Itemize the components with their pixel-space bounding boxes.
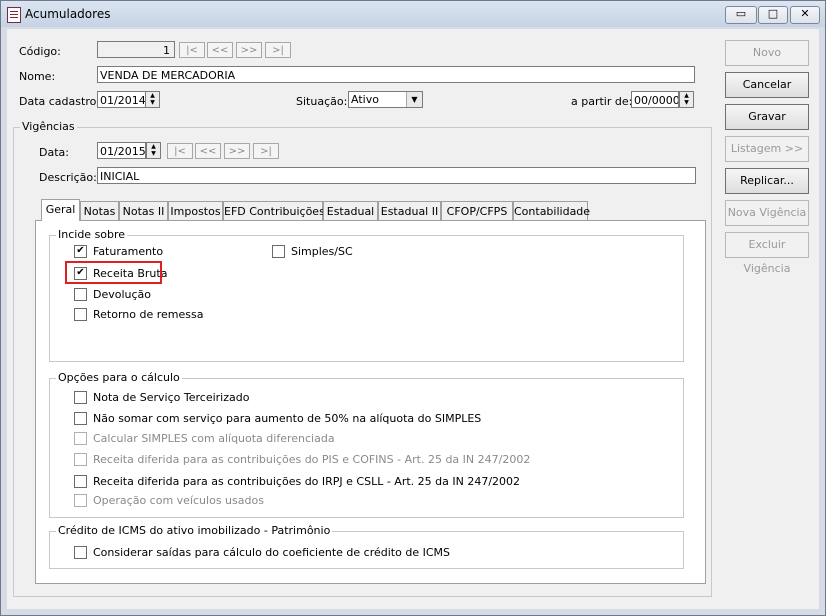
a-partir-spinner[interactable]: ▲ ▼: [679, 91, 694, 108]
tab-geral[interactable]: Geral: [41, 199, 80, 221]
checkbox-box: [74, 453, 87, 466]
situacao-select[interactable]: Ativo ▼: [348, 91, 423, 108]
data-field[interactable]: 01/2015: [97, 142, 146, 159]
tab-strip: Geral Notas Notas II Impostos EFD Contri…: [41, 199, 601, 221]
situacao-value: Ativo: [351, 93, 379, 106]
situacao-label: Situação:: [296, 95, 348, 108]
a-partir-label: a partir de:: [571, 95, 633, 108]
checkbox-box: [74, 308, 87, 321]
last-record-button[interactable]: >|: [265, 42, 291, 58]
minimize-button[interactable]: ▭: [725, 6, 757, 24]
checkbox-box: [74, 288, 87, 301]
checkbox-box: [74, 475, 87, 488]
data-label: Data:: [39, 146, 69, 159]
tab-impostos[interactable]: Impostos: [168, 201, 223, 220]
title-bar: Acumuladores ▭ □ ✕: [1, 1, 825, 27]
window-title: Acumuladores: [25, 7, 111, 21]
checkbox-box: [74, 412, 87, 425]
listagem-button[interactable]: Listagem >>: [725, 136, 809, 162]
next-record-button[interactable]: >>: [236, 42, 262, 58]
codigo-label: Código:: [19, 45, 61, 58]
geral-panel: Incide sobre ✔ Faturamento ✔ Receita Bru…: [35, 220, 706, 584]
accumulators-window: Acumuladores ▭ □ ✕ Código: 1 |< << >> >|…: [0, 0, 826, 616]
vigencias-title: Vigências: [20, 120, 77, 133]
data-cadastro-label: Data cadastro:: [19, 95, 101, 108]
incide-sobre-group: Incide sobre ✔ Faturamento ✔ Receita Bru…: [49, 228, 684, 362]
checkbox-box: [74, 494, 87, 507]
checkbox-box: [74, 432, 87, 445]
prev-vigencia-button[interactable]: <<: [195, 143, 221, 159]
checkbox-box: ✔: [74, 245, 87, 258]
checkbox-box: [74, 546, 87, 559]
descricao-field[interactable]: INICIAL: [97, 167, 696, 184]
gravar-button[interactable]: Gravar: [725, 104, 809, 130]
incide-sobre-title: Incide sobre: [56, 228, 128, 241]
a-partir-field[interactable]: 00/0000: [631, 91, 679, 108]
form-area: Código: 1 |< << >> >| Nome: VENDA DE MER…: [7, 29, 819, 609]
tab-contabilidade[interactable]: Contabilidade: [513, 201, 590, 220]
tab-cfop-cfps[interactable]: CFOP/CFPS: [441, 201, 513, 220]
vigencias-group: Vigências Data: 01/2015 ▲ ▼ |< << >> >| D…: [13, 120, 712, 597]
tab-estadual[interactable]: Estadual: [323, 201, 378, 220]
first-vigencia-button[interactable]: |<: [167, 143, 193, 159]
tab-notas[interactable]: Notas: [80, 201, 119, 220]
codigo-field[interactable]: 1: [97, 41, 175, 58]
checkbox-box: [272, 245, 285, 258]
opcoes-calculo-title: Opções para o cálculo: [56, 371, 182, 384]
nova-vigencia-button[interactable]: Nova Vigência: [725, 200, 809, 226]
close-button[interactable]: ✕: [790, 6, 820, 24]
data-spinner[interactable]: ▲ ▼: [146, 142, 161, 159]
data-cadastro-field[interactable]: 01/2014: [97, 91, 146, 108]
last-vigencia-button[interactable]: >|: [253, 143, 279, 159]
credito-icms-group: Crédito de ICMS do ativo imobilizado - P…: [49, 524, 684, 569]
nome-field[interactable]: VENDA DE MERCADORIA: [97, 66, 695, 83]
excluir-vigencia-button[interactable]: Excluir Vigência: [725, 232, 809, 275]
tab-notas-ii[interactable]: Notas II: [119, 201, 168, 220]
opcoes-calculo-group: Opções para o cálculo Nota de Serviço Te…: [49, 371, 684, 518]
highlight-box: [65, 261, 162, 284]
first-record-button[interactable]: |<: [179, 42, 205, 58]
tab-estadual-ii[interactable]: Estadual II: [378, 201, 441, 220]
prev-record-button[interactable]: <<: [207, 42, 233, 58]
app-icon: [7, 7, 21, 23]
novo-button[interactable]: Novo: [725, 40, 809, 66]
chevron-down-icon: ▼: [406, 92, 422, 107]
replicar-button[interactable]: Replicar...: [725, 168, 809, 194]
maximize-button[interactable]: □: [758, 6, 788, 24]
credito-icms-title: Crédito de ICMS do ativo imobilizado - P…: [56, 524, 333, 537]
nome-label: Nome:: [19, 70, 56, 83]
tab-efd-contribuicoes[interactable]: EFD Contribuições: [223, 201, 325, 220]
data-cadastro-spinner[interactable]: ▲ ▼: [145, 91, 160, 108]
cancelar-button[interactable]: Cancelar: [725, 72, 809, 98]
descricao-label: Descrição:: [39, 171, 97, 184]
next-vigencia-button[interactable]: >>: [224, 143, 250, 159]
checkbox-box: [74, 391, 87, 404]
